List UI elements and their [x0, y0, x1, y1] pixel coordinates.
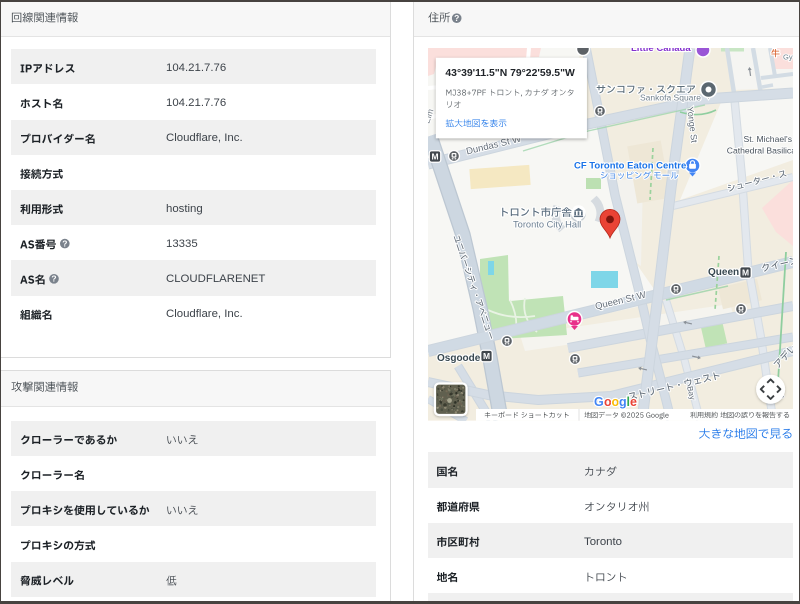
- svg-text:Osgoode: Osgoode: [437, 353, 481, 364]
- svg-text:Sankofa Square: Sankofa Square: [640, 93, 701, 103]
- svg-text:Little Canada: Little Canada: [631, 43, 691, 54]
- svg-text:Toronto City Hall: Toronto City Hall: [513, 220, 581, 230]
- svg-text:Gy: Gy: [783, 53, 793, 62]
- svg-text:M: M: [483, 351, 490, 361]
- svg-text:M: M: [431, 152, 438, 162]
- svg-text:?: ?: [454, 13, 459, 23]
- svg-text:g: g: [619, 395, 627, 409]
- svg-text:M: M: [742, 268, 749, 278]
- svg-text:CF Toronto Eaton Centre: CF Toronto Eaton Centre: [574, 161, 686, 172]
- svg-text:?: ?: [62, 239, 67, 249]
- svg-text:Queen: Queen: [708, 267, 739, 278]
- svg-text:?: ?: [51, 274, 56, 284]
- svg-text:Cathedral Basilica: Cathedral Basilica: [727, 146, 796, 156]
- svg-text:St. Michael's: St. Michael's: [744, 134, 792, 144]
- svg-text:e: e: [630, 395, 637, 409]
- svg-text:43°39'11.5"N 79°22'59.5"W: 43°39'11.5"N 79°22'59.5"W: [445, 68, 575, 79]
- svg-text:G: G: [594, 395, 604, 409]
